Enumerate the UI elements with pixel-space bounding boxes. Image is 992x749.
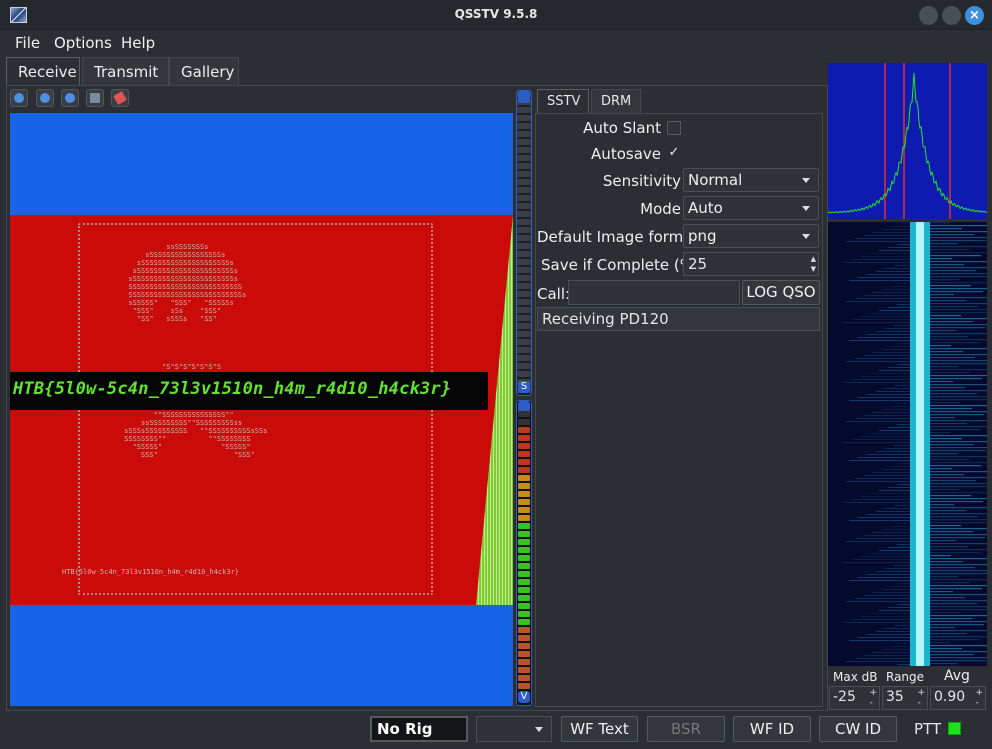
bsr-button[interactable]: BSR xyxy=(647,716,725,742)
tab-transmit[interactable]: Transmit xyxy=(82,57,169,85)
flag-banner: HTB{5l0w-5c4n_73l3v1510n_h4m_r4d10_h4ck3… xyxy=(10,372,488,410)
sync-meter-label: S xyxy=(518,381,530,393)
tab-drm[interactable]: DRM xyxy=(591,89,641,113)
autosave-checkbox[interactable]: ✓ xyxy=(667,146,681,161)
received-image: ssSSSSSSSs sSSSSSSSSSSSSSSSSSs sSSSSSSSS… xyxy=(10,113,513,706)
window-title: QSSTV 9.5.8 xyxy=(454,7,538,21)
spectrum-trace xyxy=(828,72,987,214)
maximize-button[interactable] xyxy=(942,6,961,25)
skull-ascii-art: ssSSSSSSSs sSSSSSSSSSSSSSSSSSs sSSSSSSSS… xyxy=(124,243,268,459)
avg-label: Avg xyxy=(944,668,970,684)
save-if-complete-label: Save if Complete (%) xyxy=(541,256,700,274)
mode-select[interactable]: Auto xyxy=(683,196,819,220)
close-button[interactable]: × xyxy=(965,6,984,25)
minimize-button[interactable] xyxy=(919,6,938,25)
refresh-icon[interactable] xyxy=(61,89,79,107)
tab-receive[interactable]: Receive xyxy=(6,57,80,85)
menu-file[interactable]: File xyxy=(15,34,40,52)
menu-help[interactable]: Help xyxy=(121,34,155,52)
range-spinbox[interactable]: 35 + - xyxy=(882,686,928,710)
stop-icon[interactable] xyxy=(36,89,54,107)
tab-gallery[interactable]: Gallery xyxy=(169,57,239,85)
wf-text-button[interactable]: WF Text xyxy=(561,716,638,742)
save-if-complete-spinbox[interactable]: 25 ▲ ▼ xyxy=(683,252,819,276)
autosave-label: Autosave xyxy=(591,145,661,163)
rig-select[interactable] xyxy=(476,716,552,742)
range-value: 35 xyxy=(886,689,904,705)
save-icon[interactable] xyxy=(86,89,104,107)
vu-bars xyxy=(518,411,530,691)
call-input[interactable] xyxy=(568,280,740,305)
max-db-label: Max dB xyxy=(833,670,878,684)
mode-label: Mode xyxy=(640,200,681,218)
max-db-spinbox[interactable]: -25 + - xyxy=(829,686,880,710)
spin-arrows-icon[interactable]: ▲ ▼ xyxy=(811,254,816,274)
auto-slant-checkbox[interactable] xyxy=(667,121,681,135)
call-label: Call: xyxy=(537,285,571,303)
ptt-label: PTT xyxy=(914,720,942,738)
menu-options[interactable]: Options xyxy=(54,34,112,52)
image-format-label: Default Image format xyxy=(537,228,699,246)
sync-meter: S xyxy=(516,90,532,396)
vu-meter-label: V xyxy=(518,691,530,703)
max-db-value: -25 xyxy=(833,689,856,705)
flag-text: HTB{5l0w-5c4n_73l3v1510n_h4m_r4d10_h4ck3… xyxy=(13,379,452,399)
small-flag-text: HTB{5l0w-5c4n_73l3v1510n_h4m_r4d10_h4ck3… xyxy=(62,568,240,576)
menu-bar: File Options Help xyxy=(0,31,992,55)
vu-meter: V xyxy=(516,400,532,706)
fft-spectrum xyxy=(828,63,987,219)
waterfall-display xyxy=(828,222,987,666)
app-window: QSSTV 9.5.8 × File Options Help Receive … xyxy=(0,0,992,749)
sensitivity-label: Sensitivity xyxy=(602,172,681,190)
save-if-complete-value: 25 xyxy=(688,255,708,273)
image-format-select[interactable]: png xyxy=(683,224,819,248)
start-icon[interactable] xyxy=(10,89,28,107)
cw-id-button[interactable]: CW ID xyxy=(819,716,897,742)
avg-spinbox[interactable]: 0.90 + - xyxy=(930,686,986,710)
auto-slant-label: Auto Slant xyxy=(583,119,661,137)
erase-icon[interactable] xyxy=(111,89,129,107)
rig-status: No Rig xyxy=(370,716,468,742)
ptt-indicator xyxy=(948,722,961,735)
avg-value: 0.90 xyxy=(934,689,966,705)
receive-status: Receiving PD120 xyxy=(537,307,820,331)
tab-sstv[interactable]: SSTV xyxy=(537,89,589,113)
title-bar: QSSTV 9.5.8 × xyxy=(0,0,992,30)
range-label: Range xyxy=(886,670,925,684)
log-qso-button[interactable]: LOG QSO xyxy=(742,280,820,305)
wf-id-button[interactable]: WF ID xyxy=(733,716,811,742)
sensitivity-select[interactable]: Normal xyxy=(683,168,819,192)
